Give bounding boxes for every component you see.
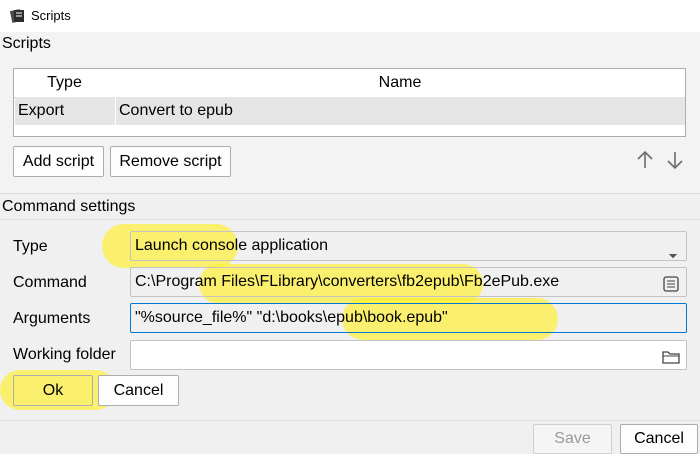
- type-select[interactable]: Launch console application: [130, 231, 687, 261]
- table-cell-name: Convert to epub: [119, 102, 233, 119]
- column-header-name[interactable]: Name: [115, 69, 685, 98]
- save-button[interactable]: Save: [533, 424, 612, 454]
- scripts-group-label: Scripts: [2, 35, 51, 52]
- window-title: Scripts: [31, 8, 71, 23]
- type-label: Type: [13, 238, 48, 255]
- table-row[interactable]: Export Convert to epub: [15, 97, 685, 125]
- column-header-type[interactable]: Type: [14, 69, 116, 98]
- remove-script-button[interactable]: Remove script: [110, 146, 231, 177]
- command-input[interactable]: C:\Program Files\FLibrary\converters\fb2…: [130, 267, 687, 297]
- book-stack-icon: [9, 7, 27, 25]
- arguments-input-value: "%source_file%" "d:\books\epub\book.epub…: [135, 309, 448, 326]
- command-label: Command: [13, 274, 87, 291]
- command-cancel-button[interactable]: Cancel: [98, 375, 179, 406]
- scripts-table[interactable]: Type Name Export Convert to epub: [13, 68, 686, 137]
- table-cell-type: Export: [18, 102, 65, 119]
- group-divider: [0, 193, 700, 194]
- title-bar: [0, 0, 700, 32]
- command-input-value: C:\Program Files\FLibrary\converters\fb2…: [135, 273, 560, 290]
- ok-button[interactable]: Ok: [13, 375, 93, 406]
- cancel-button[interactable]: Cancel: [620, 424, 698, 454]
- arrow-up-icon[interactable]: [634, 149, 656, 171]
- arrow-down-icon[interactable]: [664, 149, 686, 171]
- type-select-value: Launch console application: [135, 237, 329, 254]
- command-settings-label: Command settings: [2, 198, 136, 215]
- arguments-label: Arguments: [13, 310, 91, 327]
- file-icon[interactable]: [662, 274, 680, 292]
- command-settings-divider: [0, 219, 700, 220]
- working-folder-input[interactable]: [130, 340, 687, 370]
- chevron-down-icon: [668, 242, 678, 259]
- working-folder-label: Working folder: [13, 346, 116, 363]
- footer-divider: [0, 420, 700, 421]
- add-script-button[interactable]: Add script: [13, 146, 104, 177]
- folder-icon[interactable]: [662, 347, 680, 364]
- cell-divider: [115, 97, 116, 125]
- arguments-input[interactable]: "%source_file%" "d:\books\epub\book.epub…: [130, 303, 687, 333]
